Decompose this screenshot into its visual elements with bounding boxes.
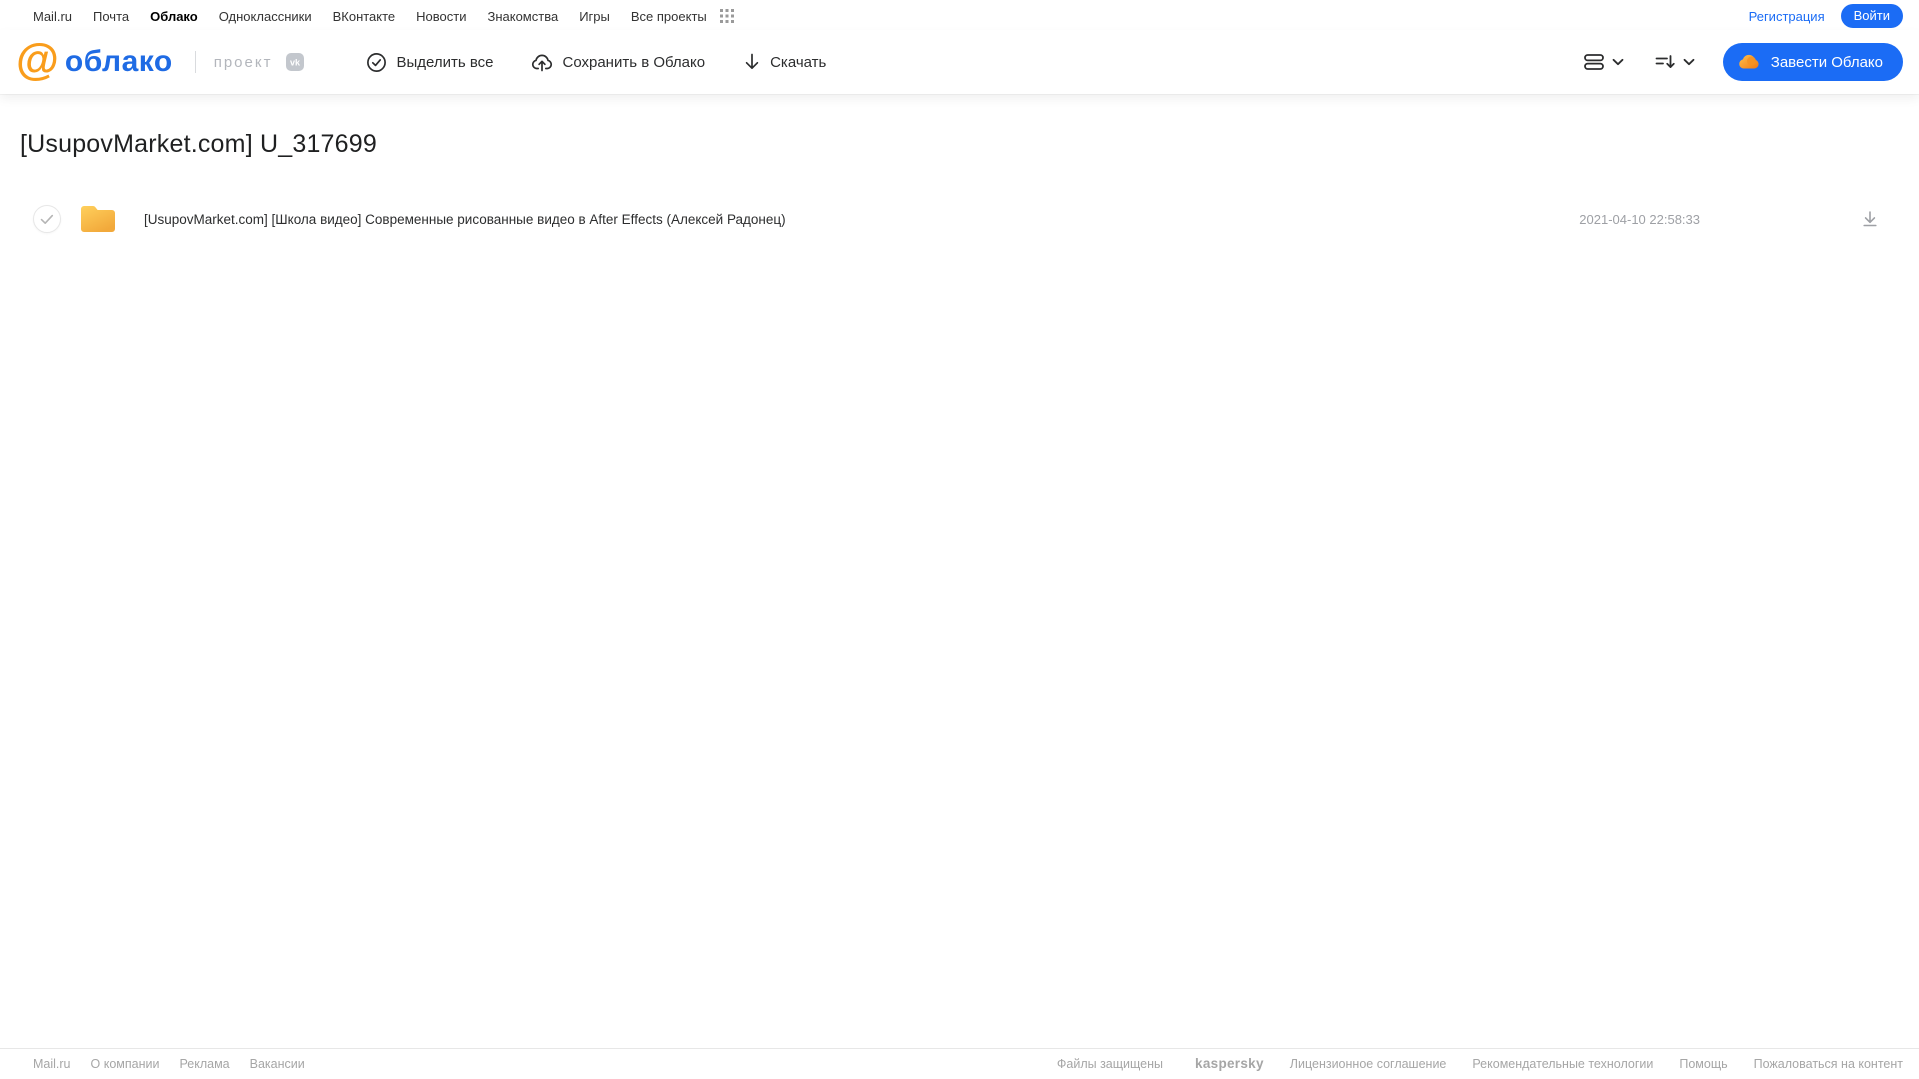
row-download-button[interactable]: [1857, 206, 1883, 232]
chevron-down-icon: [1683, 58, 1695, 66]
cloud-logo[interactable]: @ облако проект vk: [16, 38, 305, 82]
mailru-at-icon: @: [16, 35, 59, 84]
topbar-link-mailru[interactable]: Mail.ru: [33, 9, 72, 24]
folder-icon: [78, 203, 118, 235]
topbar-auth: Регистрация Войти: [1749, 4, 1903, 28]
create-cloud-label: Завести Облако: [1770, 53, 1883, 71]
file-row[interactable]: [UsupovMarket.com] [Школа видео] Совреме…: [16, 197, 1903, 241]
cloud-upload-icon: [531, 52, 553, 73]
row-checkbox[interactable]: [33, 205, 61, 233]
download-arrow-icon: [743, 52, 761, 72]
topbar-link-pochta[interactable]: Почта: [93, 9, 129, 24]
topbar-link-vse-proekty[interactable]: Все проекты: [631, 9, 707, 24]
topbar-link-igry[interactable]: Игры: [579, 9, 610, 24]
footer-link-recommendations[interactable]: Рекомендательные технологии: [1472, 1057, 1653, 1071]
protected-text: Файлы защищены: [1056, 1056, 1164, 1071]
cloud-header: @ облако проект vk Выделить все Сохранит…: [0, 30, 1919, 94]
svg-text:vk: vk: [290, 58, 301, 68]
save-to-cloud-label: Сохранить в Облако: [562, 53, 706, 71]
topbar-link-novosti[interactable]: Новости: [416, 9, 466, 24]
footer-left-links: Mail.ru О компании Реклама Вакансии: [33, 1057, 325, 1071]
check-circle-icon: [366, 52, 387, 73]
footer-link-ads[interactable]: Реклама: [179, 1057, 229, 1071]
file-toolbar: Выделить все Сохранить в Облако Скачать: [366, 52, 826, 73]
create-cloud-button[interactable]: Завести Облако: [1722, 43, 1903, 81]
cloud-logo-text: облако: [64, 45, 173, 78]
sort-dropdown[interactable]: [1650, 46, 1699, 78]
page-title: [UsupovMarket.com] U_317699: [20, 130, 377, 158]
kaspersky-protection: Файлы защищены kaspersky: [1031, 1056, 1264, 1071]
view-mode-dropdown[interactable]: [1579, 46, 1628, 78]
download-label: Скачать: [770, 53, 827, 71]
sort-icon: [1654, 52, 1676, 72]
download-button[interactable]: Скачать: [743, 52, 826, 72]
footer: Mail.ru О компании Реклама Вакансии Файл…: [0, 1048, 1919, 1079]
select-all-button[interactable]: Выделить все: [366, 52, 493, 73]
topbar-link-oblako[interactable]: Облако: [150, 9, 198, 24]
topbar-link-odnoklassniki[interactable]: Одноклассники: [219, 9, 312, 24]
footer-link-mailru[interactable]: Mail.ru: [33, 1057, 71, 1071]
footer-link-license[interactable]: Лицензионное соглашение: [1290, 1057, 1447, 1071]
footer-link-about[interactable]: О компании: [91, 1057, 160, 1071]
kaspersky-logo[interactable]: kaspersky: [1195, 1056, 1264, 1071]
chevron-down-icon: [1612, 58, 1624, 66]
project-label: проект: [213, 53, 273, 71]
logo-divider: [194, 51, 196, 73]
select-all-label: Выделить все: [396, 53, 494, 71]
login-button[interactable]: Войти: [1840, 4, 1903, 28]
file-name-link[interactable]: [UsupovMarket.com] [Школа видео] Совреме…: [144, 212, 786, 227]
file-list-area: [UsupovMarket.com] U_317699 [UsupovMarke…: [0, 130, 1919, 241]
registration-link[interactable]: Регистрация: [1749, 9, 1825, 24]
topbar-link-znakomstva[interactable]: Знакомства: [487, 9, 558, 24]
apps-grid-icon[interactable]: [719, 9, 734, 23]
list-view-icon: [1583, 52, 1605, 72]
footer-link-report[interactable]: Пожаловаться на контент: [1754, 1057, 1903, 1071]
file-date: 2021-04-10 22:58:33: [1579, 211, 1700, 227]
footer-link-jobs[interactable]: Вакансии: [250, 1057, 305, 1071]
portal-nav: Mail.ru Почта Облако Одноклассники ВКонт…: [33, 9, 734, 24]
header-right-controls: Завести Облако: [1579, 43, 1903, 81]
cloud-brand-icon: [1737, 52, 1761, 72]
footer-link-help[interactable]: Помощь: [1679, 1057, 1727, 1071]
save-to-cloud-button[interactable]: Сохранить в Облако: [531, 52, 705, 73]
topbar-link-vkontakte[interactable]: ВКонтакте: [333, 9, 396, 24]
vk-badge-icon: vk: [286, 53, 305, 71]
portal-topbar: Mail.ru Почта Облако Одноклассники ВКонт…: [0, 0, 1919, 30]
footer-right-links: Файлы защищены kaspersky Лицензионное со…: [1031, 1056, 1903, 1071]
